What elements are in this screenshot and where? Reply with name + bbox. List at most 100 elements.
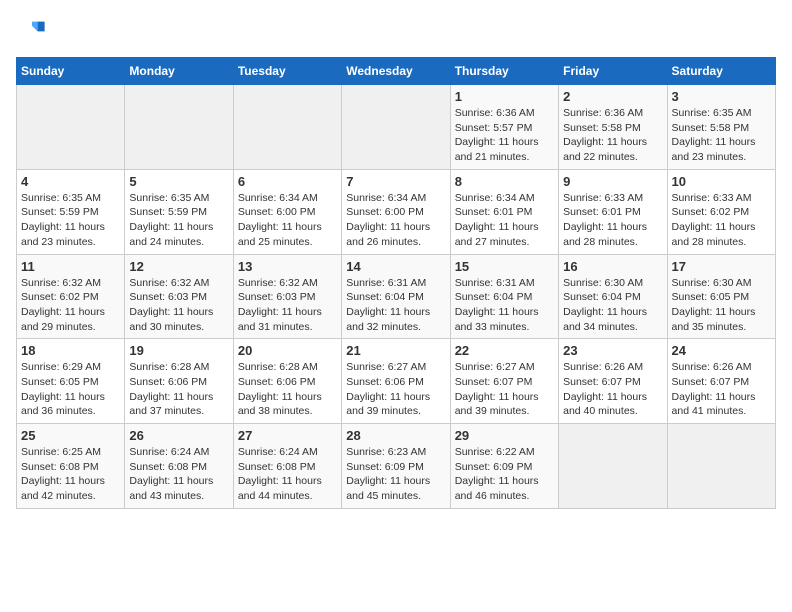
cell-info: Sunrise: 6:25 AM Sunset: 6:08 PM Dayligh… xyxy=(21,445,120,504)
cell-info: Sunrise: 6:35 AM Sunset: 5:58 PM Dayligh… xyxy=(672,106,771,165)
cell-info: Sunrise: 6:35 AM Sunset: 5:59 PM Dayligh… xyxy=(129,191,228,250)
day-number: 17 xyxy=(672,259,771,274)
calendar-cell: 29 Sunrise: 6:22 AM Sunset: 6:09 PM Dayli… xyxy=(450,424,558,509)
cell-info: Sunrise: 6:33 AM Sunset: 6:02 PM Dayligh… xyxy=(672,191,771,250)
calendar-week-1: 1 Sunrise: 6:36 AM Sunset: 5:57 PM Daylig… xyxy=(17,85,776,170)
day-number: 5 xyxy=(129,174,228,189)
calendar-cell xyxy=(233,85,341,170)
calendar-week-4: 18 Sunrise: 6:29 AM Sunset: 6:05 PM Dayli… xyxy=(17,339,776,424)
calendar-cell: 8 Sunrise: 6:34 AM Sunset: 6:01 PM Daylig… xyxy=(450,169,558,254)
calendar-cell: 24 Sunrise: 6:26 AM Sunset: 6:07 PM Dayli… xyxy=(667,339,775,424)
calendar-cell: 13 Sunrise: 6:32 AM Sunset: 6:03 PM Dayli… xyxy=(233,254,341,339)
cell-info: Sunrise: 6:34 AM Sunset: 6:00 PM Dayligh… xyxy=(238,191,337,250)
calendar-cell: 23 Sunrise: 6:26 AM Sunset: 6:07 PM Dayli… xyxy=(559,339,667,424)
calendar-cell: 2 Sunrise: 6:36 AM Sunset: 5:58 PM Daylig… xyxy=(559,85,667,170)
day-header-monday: Monday xyxy=(125,58,233,85)
calendar-cell: 21Sunrise: 6:27 AM Sunset: 6:06 PM Dayli… xyxy=(342,339,450,424)
calendar-cell: 19 Sunrise: 6:28 AM Sunset: 6:06 PM Dayli… xyxy=(125,339,233,424)
cell-info: Sunrise: 6:22 AM Sunset: 6:09 PM Dayligh… xyxy=(455,445,554,504)
calendar-cell: 27 Sunrise: 6:24 AM Sunset: 6:08 PM Dayli… xyxy=(233,424,341,509)
day-header-tuesday: Tuesday xyxy=(233,58,341,85)
cell-info: Sunrise: 6:31 AM Sunset: 6:04 PM Dayligh… xyxy=(455,276,554,335)
day-number: 27 xyxy=(238,428,337,443)
calendar-cell: 14Sunrise: 6:31 AM Sunset: 6:04 PM Dayli… xyxy=(342,254,450,339)
day-number: 19 xyxy=(129,343,228,358)
cell-info: Sunrise: 6:27 AM Sunset: 6:07 PM Dayligh… xyxy=(455,360,554,419)
day-number: 11 xyxy=(21,259,120,274)
cell-info: Sunrise: 6:32 AM Sunset: 6:03 PM Dayligh… xyxy=(238,276,337,335)
cell-info: Sunrise: 6:35 AM Sunset: 5:59 PM Dayligh… xyxy=(21,191,120,250)
logo xyxy=(16,16,46,49)
calendar-cell: 11Sunrise: 6:32 AM Sunset: 6:02 PM Dayli… xyxy=(17,254,125,339)
cell-info: Sunrise: 6:24 AM Sunset: 6:08 PM Dayligh… xyxy=(129,445,228,504)
calendar-cell xyxy=(17,85,125,170)
calendar-cell xyxy=(667,424,775,509)
calendar-cell xyxy=(559,424,667,509)
day-number: 2 xyxy=(563,89,662,104)
cell-info: Sunrise: 6:28 AM Sunset: 6:06 PM Dayligh… xyxy=(129,360,228,419)
day-number: 1 xyxy=(455,89,554,104)
day-number: 13 xyxy=(238,259,337,274)
calendar-cell: 4 Sunrise: 6:35 AM Sunset: 5:59 PM Daylig… xyxy=(17,169,125,254)
calendar-cell: 5 Sunrise: 6:35 AM Sunset: 5:59 PM Daylig… xyxy=(125,169,233,254)
day-number: 23 xyxy=(563,343,662,358)
cell-info: Sunrise: 6:27 AM Sunset: 6:06 PM Dayligh… xyxy=(346,360,445,419)
cell-info: Sunrise: 6:31 AM Sunset: 6:04 PM Dayligh… xyxy=(346,276,445,335)
calendar-cell xyxy=(125,85,233,170)
cell-info: Sunrise: 6:26 AM Sunset: 6:07 PM Dayligh… xyxy=(672,360,771,419)
day-number: 28 xyxy=(346,428,445,443)
day-number: 4 xyxy=(21,174,120,189)
cell-info: Sunrise: 6:30 AM Sunset: 6:05 PM Dayligh… xyxy=(672,276,771,335)
cell-info: Sunrise: 6:33 AM Sunset: 6:01 PM Dayligh… xyxy=(563,191,662,250)
page-header xyxy=(16,16,776,49)
day-header-sunday: Sunday xyxy=(17,58,125,85)
day-number: 8 xyxy=(455,174,554,189)
day-number: 25 xyxy=(21,428,120,443)
cell-info: Sunrise: 6:36 AM Sunset: 5:57 PM Dayligh… xyxy=(455,106,554,165)
calendar-table: SundayMondayTuesdayWednesdayThursdayFrid… xyxy=(16,57,776,509)
day-number: 18 xyxy=(21,343,120,358)
cell-info: Sunrise: 6:29 AM Sunset: 6:05 PM Dayligh… xyxy=(21,360,120,419)
calendar-cell: 12 Sunrise: 6:32 AM Sunset: 6:03 PM Dayli… xyxy=(125,254,233,339)
calendar-cell: 26 Sunrise: 6:24 AM Sunset: 6:08 PM Dayli… xyxy=(125,424,233,509)
calendar-cell: 6 Sunrise: 6:34 AM Sunset: 6:00 PM Daylig… xyxy=(233,169,341,254)
calendar-cell xyxy=(342,85,450,170)
day-header-thursday: Thursday xyxy=(450,58,558,85)
day-number: 9 xyxy=(563,174,662,189)
calendar-cell: 7 Sunrise: 6:34 AM Sunset: 6:00 PM Daylig… xyxy=(342,169,450,254)
day-number: 22 xyxy=(455,343,554,358)
day-number: 3 xyxy=(672,89,771,104)
day-number: 6 xyxy=(238,174,337,189)
calendar-cell: 3 Sunrise: 6:35 AM Sunset: 5:58 PM Daylig… xyxy=(667,85,775,170)
cell-info: Sunrise: 6:24 AM Sunset: 6:08 PM Dayligh… xyxy=(238,445,337,504)
calendar-week-5: 25 Sunrise: 6:25 AM Sunset: 6:08 PM Dayli… xyxy=(17,424,776,509)
calendar-cell: 16Sunrise: 6:30 AM Sunset: 6:04 PM Dayli… xyxy=(559,254,667,339)
calendar-cell: 10 Sunrise: 6:33 AM Sunset: 6:02 PM Dayli… xyxy=(667,169,775,254)
cell-info: Sunrise: 6:32 AM Sunset: 6:03 PM Dayligh… xyxy=(129,276,228,335)
calendar-cell: 18 Sunrise: 6:29 AM Sunset: 6:05 PM Dayli… xyxy=(17,339,125,424)
cell-info: Sunrise: 6:26 AM Sunset: 6:07 PM Dayligh… xyxy=(563,360,662,419)
cell-info: Sunrise: 6:34 AM Sunset: 6:01 PM Dayligh… xyxy=(455,191,554,250)
day-number: 24 xyxy=(672,343,771,358)
day-number: 26 xyxy=(129,428,228,443)
cell-info: Sunrise: 6:28 AM Sunset: 6:06 PM Dayligh… xyxy=(238,360,337,419)
day-number: 29 xyxy=(455,428,554,443)
logo-icon xyxy=(18,16,46,44)
day-number: 12 xyxy=(129,259,228,274)
cell-info: Sunrise: 6:36 AM Sunset: 5:58 PM Dayligh… xyxy=(563,106,662,165)
calendar-cell: 17 Sunrise: 6:30 AM Sunset: 6:05 PM Dayli… xyxy=(667,254,775,339)
day-number: 15 xyxy=(455,259,554,274)
calendar-cell: 25 Sunrise: 6:25 AM Sunset: 6:08 PM Dayli… xyxy=(17,424,125,509)
cell-info: Sunrise: 6:23 AM Sunset: 6:09 PM Dayligh… xyxy=(346,445,445,504)
day-number: 7 xyxy=(346,174,445,189)
calendar-cell: 9 Sunrise: 6:33 AM Sunset: 6:01 PM Daylig… xyxy=(559,169,667,254)
calendar-cell: 1 Sunrise: 6:36 AM Sunset: 5:57 PM Daylig… xyxy=(450,85,558,170)
cell-info: Sunrise: 6:34 AM Sunset: 6:00 PM Dayligh… xyxy=(346,191,445,250)
calendar-week-3: 11Sunrise: 6:32 AM Sunset: 6:02 PM Dayli… xyxy=(17,254,776,339)
day-number: 10 xyxy=(672,174,771,189)
calendar-cell: 20 Sunrise: 6:28 AM Sunset: 6:06 PM Dayli… xyxy=(233,339,341,424)
day-header-friday: Friday xyxy=(559,58,667,85)
cell-info: Sunrise: 6:30 AM Sunset: 6:04 PM Dayligh… xyxy=(563,276,662,335)
calendar-week-2: 4 Sunrise: 6:35 AM Sunset: 5:59 PM Daylig… xyxy=(17,169,776,254)
day-number: 20 xyxy=(238,343,337,358)
